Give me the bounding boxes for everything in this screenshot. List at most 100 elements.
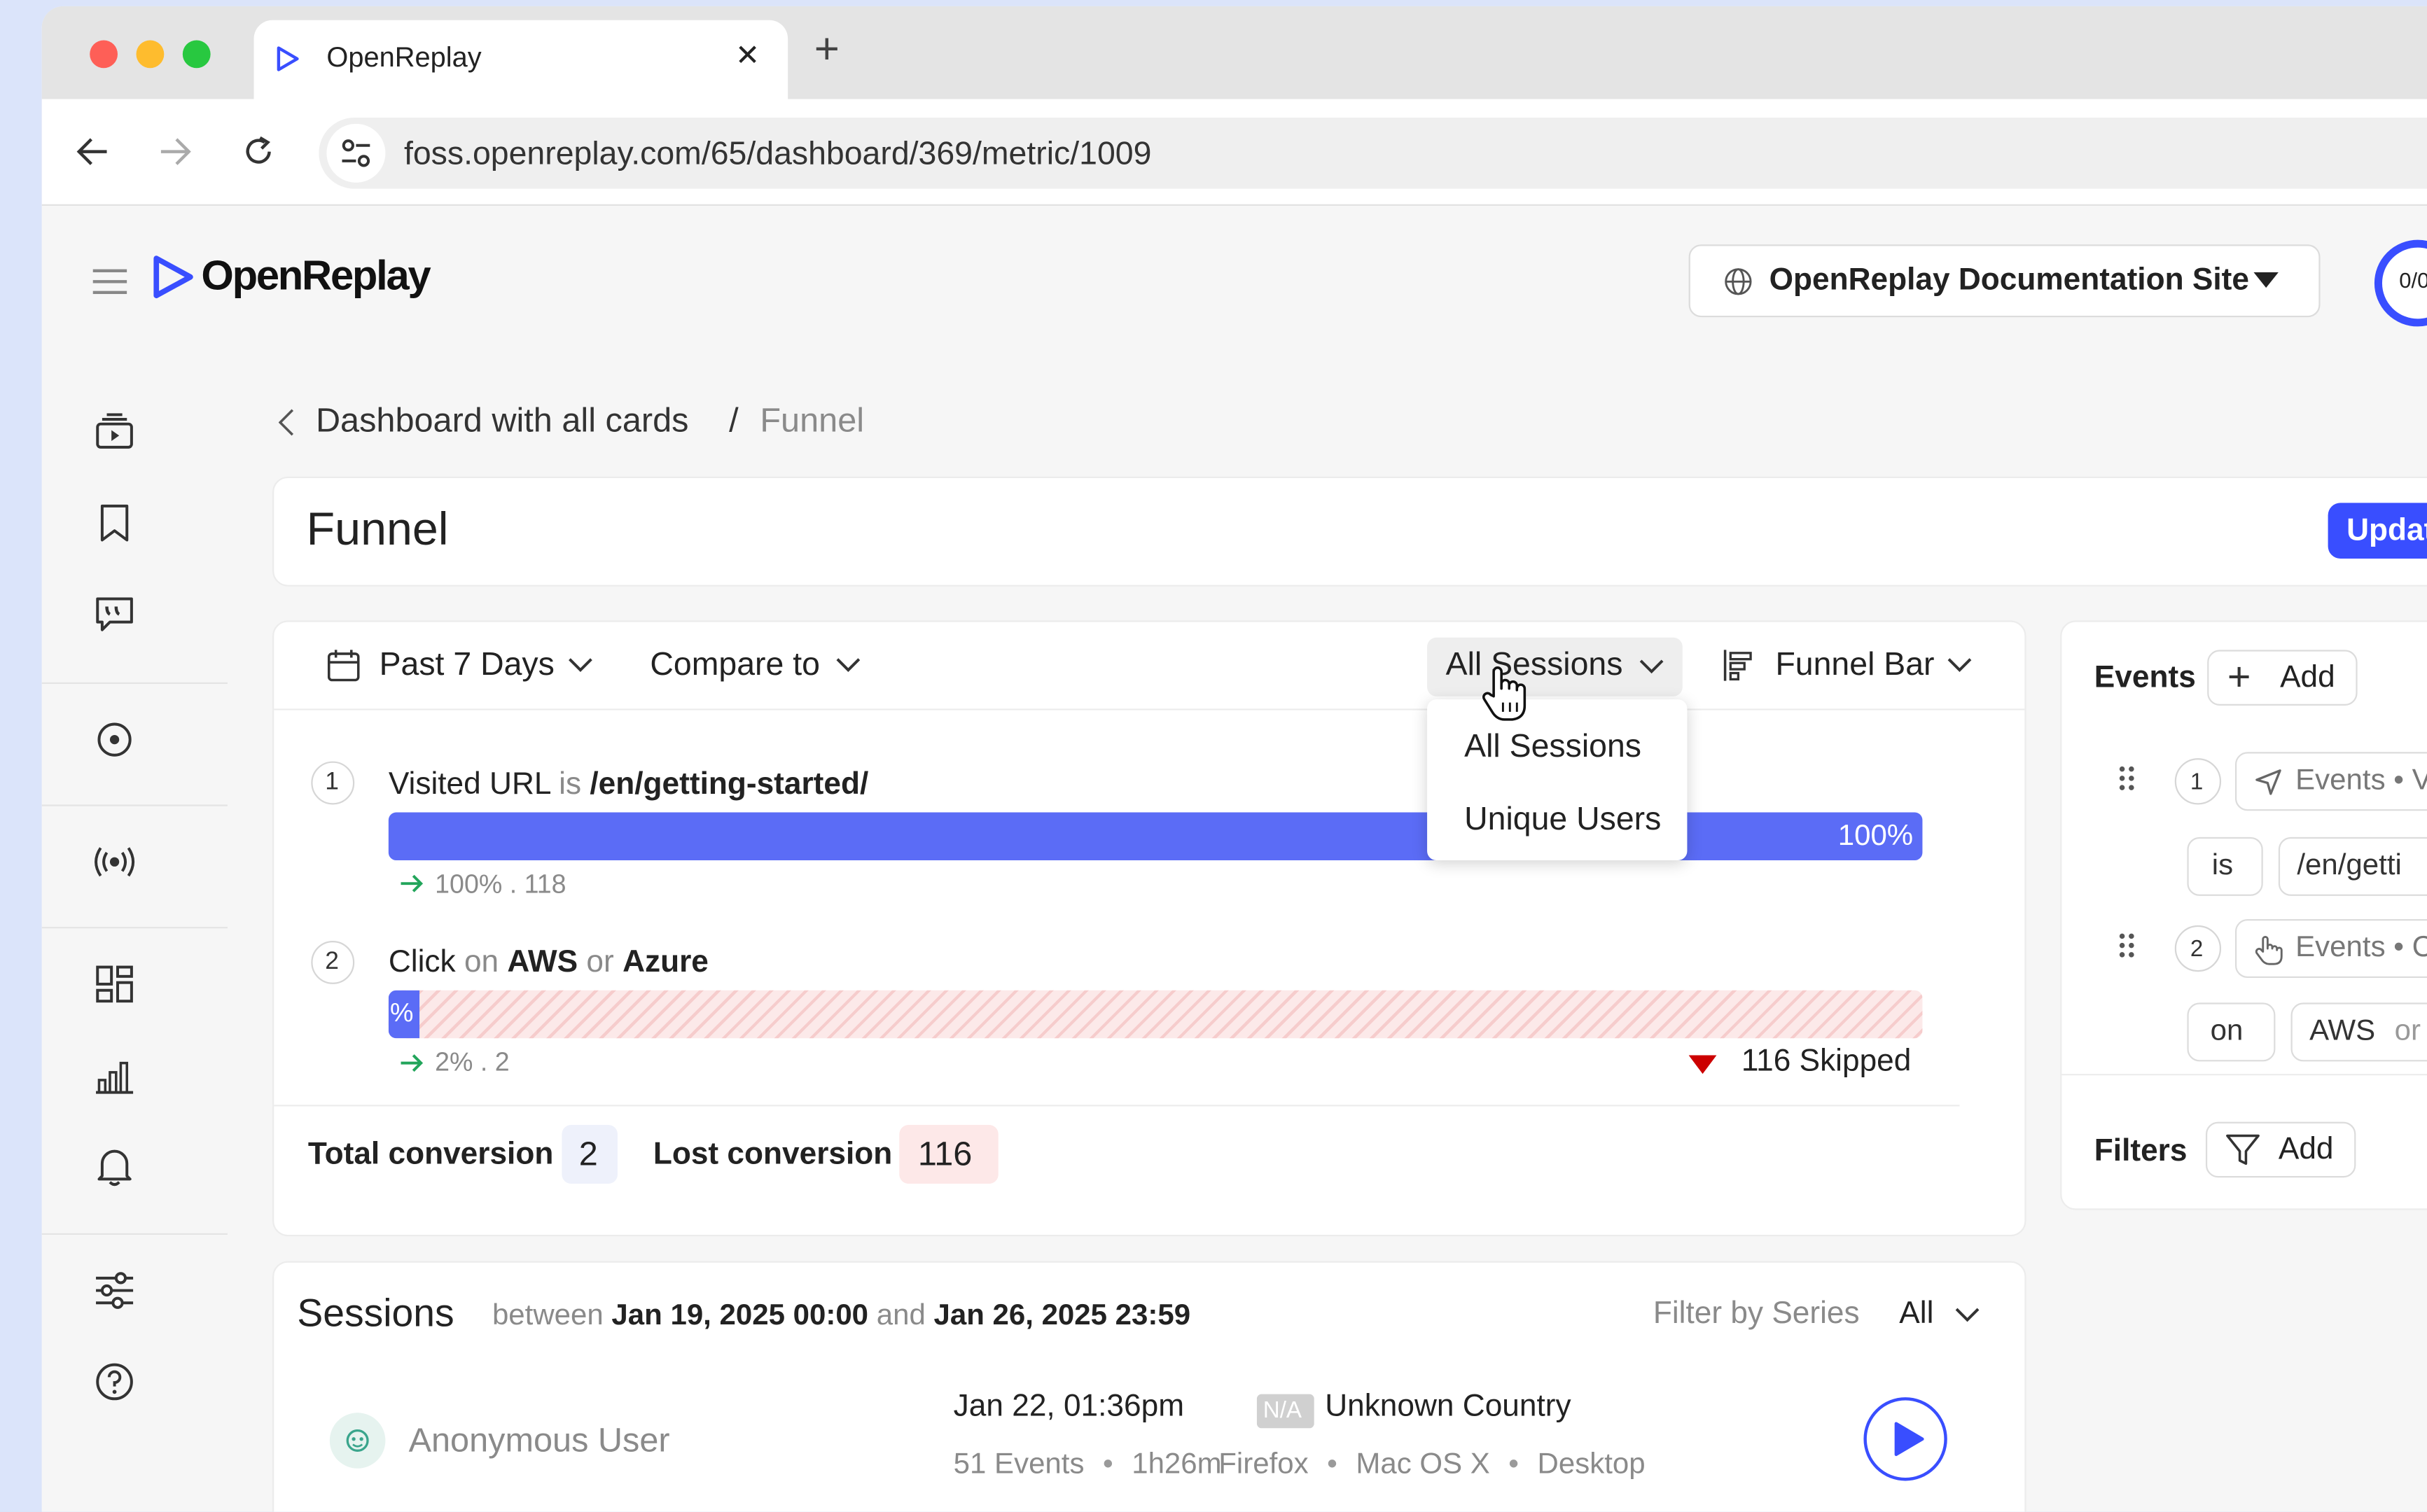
alerts-bell-nav-icon[interactable] [88,1140,141,1193]
user-avatar [329,1413,386,1469]
breadcrumb-current: Funnel [760,400,865,440]
lost-conversion-label: Lost conversion [653,1137,893,1172]
url-text[interactable]: foss.openreplay.com/65/dashboard/369/met… [404,136,1151,174]
avatar-text: 0/0 [2399,267,2427,293]
update-button[interactable]: Updat [2328,503,2427,559]
sidebar-divider [41,804,228,806]
sessions-dropdown-menu: All Sessions Unique Users [1427,699,1688,861]
reload-icon[interactable] [242,134,276,169]
dashboard-nav-icon[interactable] [88,958,141,1010]
step-2-bar-fill: % [388,990,420,1039]
event-1-operator[interactable]: is [2187,836,2263,896]
events-title: Events [2094,660,2196,695]
back-arrow-icon[interactable] [76,136,110,167]
bookmark-nav-icon[interactable] [88,497,141,550]
event-number-badge: 1 [2174,758,2222,805]
live-broadcast-nav-icon[interactable] [88,836,141,888]
step-1-bar[interactable]: 100% [388,812,1923,861]
settings-sliders-nav-icon[interactable] [88,1264,141,1317]
close-tab-icon[interactable]: ✕ [735,38,760,74]
chevron-down-icon [1639,659,1664,674]
events-panel: Events + Add 1 Events • V is /en/getti 2… [2060,620,2427,1210]
minimize-window-button[interactable] [136,40,165,69]
openreplay-favicon-icon [277,46,299,71]
step-number-badge: 1 [311,761,355,805]
add-filter-button[interactable]: Add [2205,1121,2356,1178]
session-os: Mac OS X [1356,1448,1490,1481]
arrow-right-icon [401,1054,424,1072]
add-event-button[interactable]: + Add [2207,650,2358,706]
step-or: or [586,945,614,980]
hamburger-menu-icon[interactable] [92,267,127,295]
dropdown-option-unique-users[interactable]: Unique Users [1464,802,1661,839]
browser-toolbar: foss.openreplay.com/65/dashboard/369/met… [41,99,2427,206]
plus-icon: + [2227,652,2251,700]
user-avatar-icon [346,1429,369,1452]
app-content: OpenReplay OpenReplay Documentation Site… [41,205,2427,1512]
breadcrumb-parent-link[interactable]: Dashboard with all cards [316,401,689,441]
funnel-bar-chart-icon [1723,650,1752,681]
separator-dot: • [1508,1448,1520,1481]
filters-title: Filters [2094,1134,2188,1168]
help-nav-icon[interactable] [88,1355,141,1408]
step-value: AWS [507,945,578,980]
globe-icon [1725,268,1752,295]
event-2-value-input[interactable]: AWS or [2290,1002,2427,1062]
project-selector[interactable]: OpenReplay Documentation Site [1688,244,2321,318]
analytics-chart-nav-icon[interactable] [88,1049,141,1102]
series-filter-selector[interactable]: All [1899,1296,1933,1332]
play-session-button[interactable] [1863,1397,1947,1481]
event-1-value-input[interactable]: /en/getti [2278,836,2427,896]
total-conversion-label: Total conversion [307,1137,554,1172]
event-2-operator[interactable]: on [2187,1002,2276,1062]
step-1-percent: 100% [1837,820,1914,853]
separator-dot: • [1327,1448,1337,1481]
step-value: /en/getting-started/ [590,767,869,802]
maximize-window-button[interactable] [182,40,211,69]
event-2-type-selector[interactable]: Events • C [2234,919,2427,979]
address-bar[interactable]: foss.openreplay.com/65/dashboard/369/met… [319,117,2427,189]
chevron-down-icon [836,658,861,672]
event-1-type-selector[interactable]: Events • V [2234,752,2427,811]
view-type-selector[interactable]: Funnel Bar [1775,647,1934,684]
step-value: Azure [623,945,709,980]
session-date: Jan 22, 01:36pm [953,1390,1185,1424]
step-1-label: Visited URL is /en/getting-started/ [389,767,868,803]
date-range-selector[interactable]: Past 7 Days [380,647,555,684]
total-conversion-badge: 2 [562,1125,618,1184]
avatar[interactable]: 0/0 [2374,239,2427,327]
divider [2061,1074,2427,1076]
triangle-down-icon [1688,1055,1717,1074]
site-settings-icon[interactable] [326,123,386,183]
sessions-nav-icon[interactable] [88,405,141,458]
step-2-bar[interactable]: % [388,990,1923,1039]
drag-handle-icon[interactable] [2117,932,2136,960]
session-events-count: 51 Events [953,1448,1085,1481]
sessions-selector-button[interactable]: All Sessions [1427,637,1683,696]
feedback-nav-icon[interactable] [88,588,141,640]
skipped-count: 116 Skipped [1741,1044,1912,1079]
browser-window: OpenReplay ✕ + foss.openreplay.com/65/da… [41,6,2427,1512]
compare-to-selector[interactable]: Compare to [650,647,820,684]
step-number-badge: 2 [311,940,355,984]
step-2-stats: 2% . 2 [435,1047,510,1077]
dropdown-option-all-sessions[interactable]: All Sessions [1464,729,1641,766]
record-nav-icon[interactable] [88,713,141,766]
sessions-title: Sessions [297,1292,454,1336]
logo-text[interactable]: OpenReplay [201,252,431,300]
card-title-bar: Funnel Updat [272,476,2427,587]
session-user[interactable]: Anonymous User [409,1420,670,1460]
click-hand-icon [2255,936,2283,965]
forward-arrow-icon[interactable] [158,136,192,167]
session-country: Unknown Country [1325,1390,1571,1424]
browser-tab[interactable]: OpenReplay ✕ [253,20,788,106]
step-event-type: Visited URL [388,767,550,802]
close-window-button[interactable] [90,40,118,69]
drag-handle-icon[interactable] [2117,764,2136,792]
openreplay-logo-icon [153,255,193,299]
new-tab-button[interactable]: + [814,27,840,71]
chevron-left-icon[interactable] [278,409,294,437]
page-title: Funnel [306,504,449,556]
hand-pointer-cursor-icon [1482,666,1527,721]
filter-funnel-icon [2226,1134,2260,1166]
